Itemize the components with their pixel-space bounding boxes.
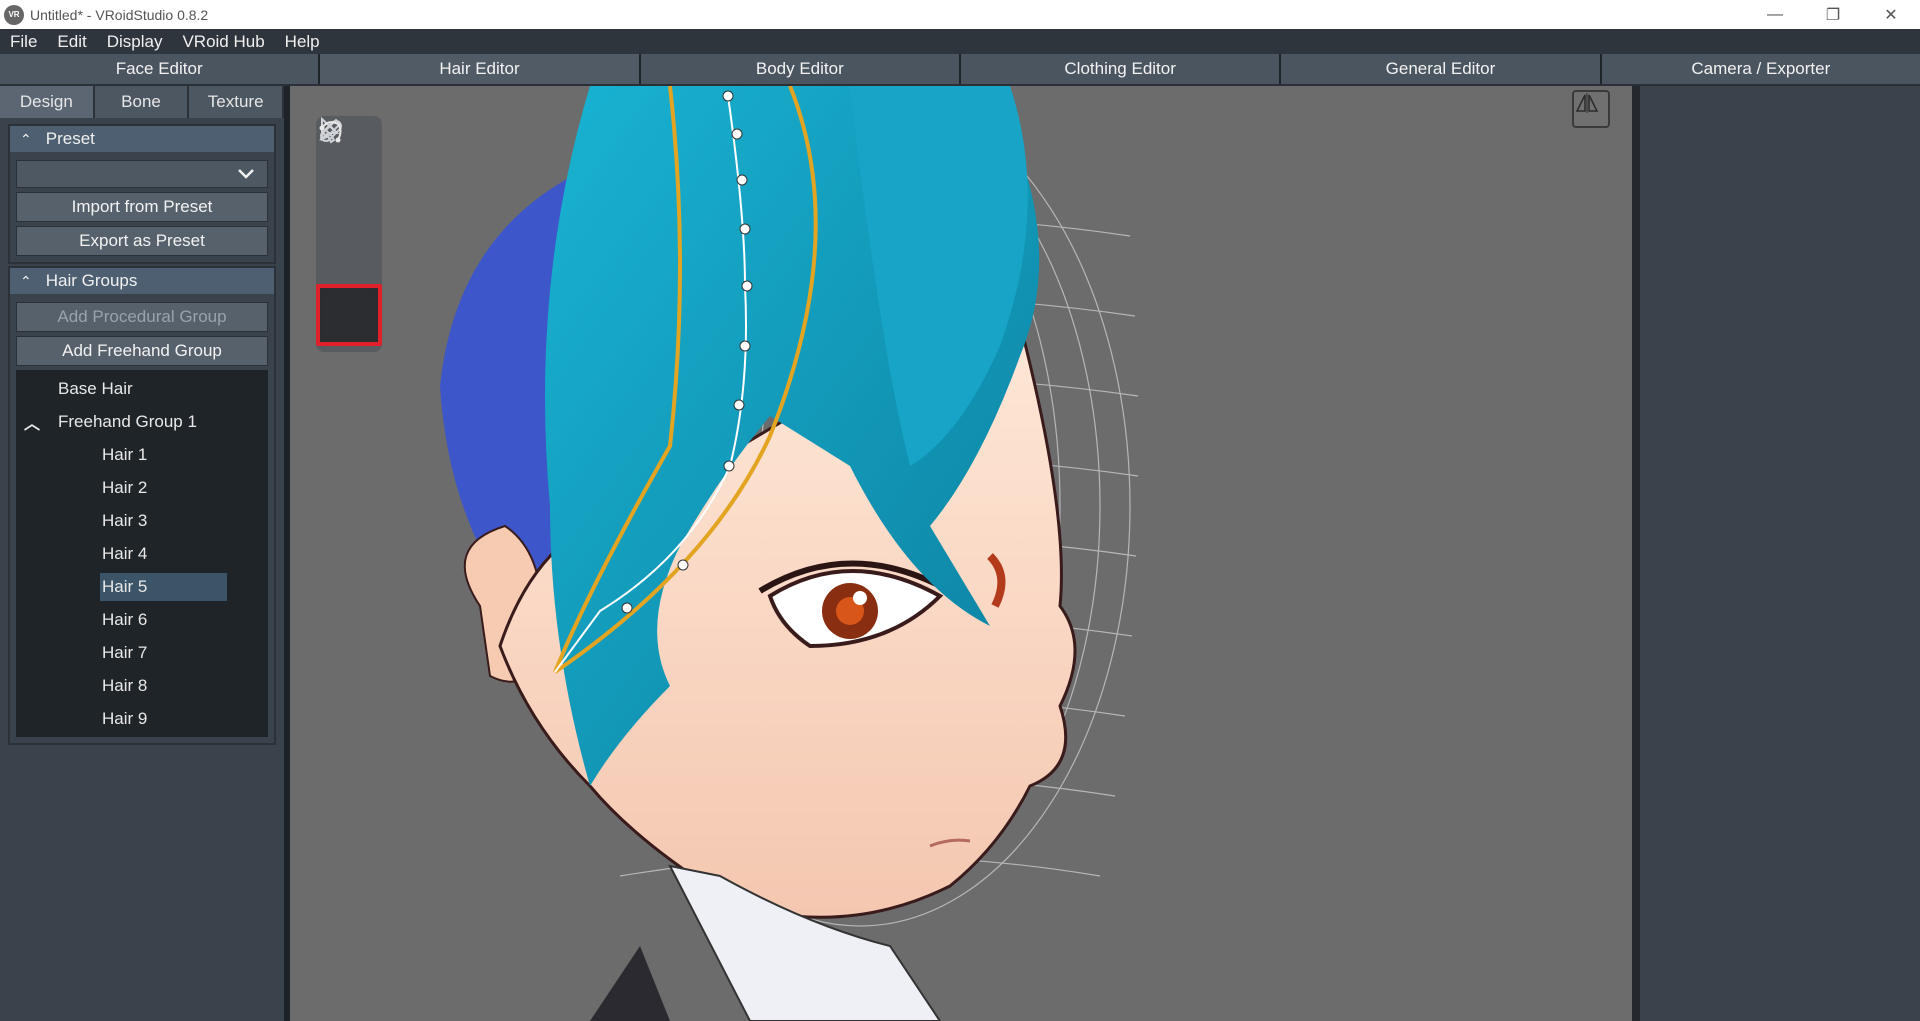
hair-groups-section-title: Hair Groups xyxy=(45,271,138,290)
3d-viewport[interactable] xyxy=(290,86,1632,1021)
tree-item-hair[interactable]: Hair 7 xyxy=(16,636,268,669)
tree-item-label: Hair 5 xyxy=(100,572,228,601)
tree-item-label: Hair 8 xyxy=(102,675,148,695)
window-title: Untitled* - VRoidStudio 0.8.2 xyxy=(30,6,209,23)
tree-item-label: Freehand Group 1 xyxy=(58,411,197,431)
tree-item-label: Base Hair xyxy=(58,378,133,398)
tree-item-hair[interactable]: Hair 8 xyxy=(16,669,268,702)
right-panel xyxy=(1640,86,1920,1021)
pen-tool-button[interactable] xyxy=(319,118,375,226)
export-as-preset-button[interactable]: Export as Preset xyxy=(16,226,268,256)
chevron-up-icon: ⌃ xyxy=(20,130,32,147)
tree-item-label: Hair 9 xyxy=(102,708,148,728)
hair-group-tree: Base Hair ︿ Freehand Group 1 Hair 1 Hair… xyxy=(16,370,268,737)
tree-item-freehand-group[interactable]: ︿ Freehand Group 1 xyxy=(16,405,268,438)
add-freehand-group-button[interactable]: Add Freehand Group xyxy=(16,336,268,366)
tree-item-hair-selected[interactable]: Hair 5 xyxy=(16,570,268,603)
menu-bar: File Edit Display VRoid Hub Help xyxy=(0,29,1920,54)
tab-bone[interactable]: Bone xyxy=(94,86,190,118)
right-panel-splitter[interactable] xyxy=(1632,86,1640,1021)
tab-camera-exporter[interactable]: Camera / Exporter xyxy=(1601,54,1920,84)
tab-hair-editor[interactable]: Hair Editor xyxy=(320,54,639,84)
tab-clothing-editor[interactable]: Clothing Editor xyxy=(960,54,1280,84)
hair-groups-section-header[interactable]: ⌃ Hair Groups xyxy=(10,268,274,294)
left-panel: Design Bone Texture ⌃ Preset Import from… xyxy=(0,86,285,1021)
curve-edit-tool-button[interactable] xyxy=(316,121,382,346)
tree-item-hair[interactable]: Hair 9 xyxy=(16,702,268,735)
tree-item-hair[interactable]: Hair 4 xyxy=(16,537,268,570)
tab-face-editor[interactable]: Face Editor xyxy=(0,54,319,84)
hair-groups-section: ⌃ Hair Groups Add Procedural Group Add F… xyxy=(8,266,276,745)
preset-section: ⌃ Preset Import from Preset Export as Pr… xyxy=(8,124,276,264)
collapse-chevron-icon[interactable]: ︿ xyxy=(24,410,58,434)
mirror-icon xyxy=(1575,93,1599,113)
tree-item-label: Hair 7 xyxy=(102,642,148,662)
sub-tabs: Design Bone Texture xyxy=(0,86,285,118)
mirror-toggle-button[interactable] xyxy=(1572,90,1610,128)
add-procedural-group-button[interactable]: Add Procedural Group xyxy=(16,302,268,332)
tree-item-label: Hair 3 xyxy=(102,510,148,530)
chevron-up-icon: ⌃ xyxy=(20,272,32,289)
tree-item-label: Hair 1 xyxy=(102,444,148,464)
tree-item-label: Hair 2 xyxy=(102,477,148,497)
window-controls: — ❐ ✕ xyxy=(1746,0,1920,29)
tool-palette xyxy=(316,116,382,352)
preset-section-title: Preset xyxy=(45,129,95,148)
tree-item-hair[interactable]: Hair 3 xyxy=(16,504,268,537)
minimize-button[interactable]: — xyxy=(1746,0,1804,29)
tab-texture[interactable]: Texture xyxy=(189,86,285,118)
title-bar: VR Untitled* - VRoidStudio 0.8.2 — ❐ ✕ xyxy=(0,0,1920,29)
preset-section-header[interactable]: ⌃ Preset xyxy=(10,126,274,152)
menu-display[interactable]: Display xyxy=(97,32,173,52)
editor-tabs: Face Editor Hair Editor Body Editor Clot… xyxy=(0,54,1920,84)
curve-edit-icon xyxy=(319,121,342,143)
preset-dropdown[interactable] xyxy=(16,160,268,188)
tab-general-editor[interactable]: General Editor xyxy=(1281,54,1600,84)
close-button[interactable]: ✕ xyxy=(1862,0,1920,29)
character-render xyxy=(440,86,1139,1021)
tree-item-hair[interactable]: Hair 6 xyxy=(16,603,268,636)
tab-design[interactable]: Design xyxy=(0,86,95,118)
tree-item-hair[interactable]: Hair 1 xyxy=(16,438,268,471)
menu-edit[interactable]: Edit xyxy=(47,32,96,52)
menu-file[interactable]: File xyxy=(0,32,47,52)
tree-item-label: Hair 4 xyxy=(102,543,148,563)
curve-edit-tool-inner xyxy=(319,121,375,342)
app-icon: VR xyxy=(4,4,24,25)
tree-item-base-hair[interactable]: Base Hair xyxy=(16,372,268,405)
import-from-preset-button[interactable]: Import from Preset xyxy=(16,192,268,222)
menu-vroid-hub[interactable]: VRoid Hub xyxy=(172,32,274,52)
eraser-tool-button[interactable] xyxy=(320,120,375,278)
tab-body-editor[interactable]: Body Editor xyxy=(640,54,959,84)
tree-item-label: Hair 6 xyxy=(102,609,148,629)
restore-button[interactable]: ❐ xyxy=(1804,0,1862,29)
chevron-down-icon xyxy=(238,169,254,179)
tree-item-hair[interactable]: Hair 2 xyxy=(16,471,268,504)
menu-help[interactable]: Help xyxy=(275,32,330,52)
